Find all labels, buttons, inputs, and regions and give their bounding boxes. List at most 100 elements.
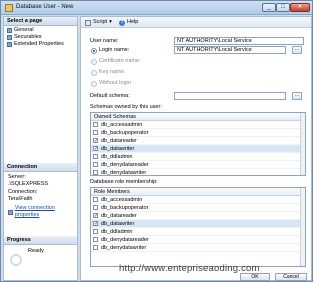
schemas-owned-label: Schemas owned by this user:	[90, 104, 162, 110]
role-members-list[interactable]: Role Members db_accessadmin db_backupoper…	[90, 187, 306, 267]
page-item-securables[interactable]: Securables	[7, 34, 42, 41]
script-icon	[85, 19, 91, 26]
cancel-button[interactable]: Cancel	[275, 273, 307, 281]
role-row[interactable]: db_denydatawriter	[91, 244, 305, 252]
role-checkbox[interactable]	[93, 205, 98, 210]
schema-row[interactable]: ✓ db_datareader	[91, 137, 305, 145]
select-page-header: Select a page	[4, 17, 77, 26]
schema-row[interactable]: db_ddladmin	[91, 153, 305, 161]
watermark-text: http://www.entepriseaoding.com	[119, 263, 260, 274]
key-name-radio[interactable]	[91, 70, 97, 76]
view-connection-properties[interactable]: View connection properties	[8, 205, 77, 219]
schema-name: db_backupoperator	[101, 129, 149, 136]
role-name: db_datareader	[101, 212, 137, 219]
role-membership-label: Database role membership:	[90, 179, 158, 185]
schema-checkbox[interactable]	[93, 162, 98, 167]
role-checkbox[interactable]: ✓	[93, 213, 98, 219]
certificate-radio[interactable]	[91, 59, 97, 65]
schema-name: db_datareader	[101, 137, 137, 144]
close-button[interactable]: ✕	[290, 3, 310, 12]
title-bar[interactable]: Database User - New _ □ ✕	[1, 1, 312, 15]
chevron-down-icon[interactable]: ▾	[109, 19, 112, 26]
page-item-label: Extended Properties	[14, 41, 64, 47]
schema-checkbox[interactable]: ✓	[93, 146, 98, 152]
login-name-label: Login name:	[99, 47, 130, 53]
without-login-radio[interactable]	[91, 81, 97, 87]
schema-name: db_datawriter	[101, 145, 135, 152]
progress-spinner-icon	[10, 254, 22, 266]
role-row[interactable]: db_ddladmin	[91, 228, 305, 236]
role-name: db_accessadmin	[101, 196, 143, 203]
connection-label: Connection:	[8, 189, 38, 195]
main-pane: Script ▾ ? Help User name: NT AUTHORITY\Lo…	[80, 16, 312, 281]
role-row[interactable]: ✓ db_datawriter	[91, 220, 305, 228]
page-item-label: Securables	[14, 34, 42, 40]
owned-schemas-scrollbar[interactable]	[300, 113, 305, 175]
left-pane: Select a page General Securables Extende…	[3, 16, 78, 281]
progress-status: Ready	[28, 248, 44, 254]
role-row[interactable]: db_denydatareader	[91, 236, 305, 244]
connection-value: Tera\Faith	[8, 196, 33, 202]
schema-checkbox[interactable]	[93, 170, 98, 175]
role-members-column-header[interactable]: Role Members	[91, 188, 305, 196]
role-checkbox[interactable]	[93, 229, 98, 234]
maximize-button[interactable]: □	[276, 3, 290, 12]
owned-schemas-list[interactable]: Owned Schemas db_accessadmin db_backupope…	[90, 112, 306, 176]
login-browse-button[interactable]: ...	[292, 46, 302, 54]
schema-checkbox[interactable]: ✓	[93, 138, 98, 144]
page-item-extended-properties[interactable]: Extended Properties	[7, 41, 64, 48]
properties-icon	[8, 209, 13, 215]
role-row[interactable]: ✓ db_datareader	[91, 212, 305, 220]
default-schema-label: Default schema:	[90, 93, 130, 99]
schema-name: db_denydatareader	[101, 161, 149, 168]
owned-schemas-rows: db_accessadmin db_backupoperator ✓ db_datar…	[91, 121, 305, 176]
schema-checkbox[interactable]	[93, 154, 98, 159]
user-name-label: User name:	[90, 38, 119, 44]
schema-row[interactable]: db_backupoperator	[91, 129, 305, 137]
script-button[interactable]: Script ▾	[85, 19, 112, 26]
minimize-button[interactable]: _	[262, 3, 276, 12]
progress-header: Progress	[4, 236, 77, 245]
login-name-radio[interactable]	[91, 48, 97, 54]
role-name: db_denydatawriter	[101, 244, 147, 251]
dialog-window: Database User - New _ □ ✕ Select a page …	[0, 0, 313, 282]
schema-row[interactable]: db_denydatareader	[91, 161, 305, 169]
schema-browse-button[interactable]: ...	[292, 92, 302, 100]
help-icon: ?	[119, 19, 125, 26]
page-item-general[interactable]: General	[7, 27, 34, 34]
page-item-label: General	[14, 27, 34, 33]
view-connection-properties-link[interactable]: View connection properties	[15, 205, 77, 219]
schema-name: db_accessadmin	[101, 121, 143, 128]
login-name-input[interactable]: NT AUTHORITY\Local Service	[174, 46, 286, 54]
role-checkbox[interactable]: ✓	[93, 221, 98, 227]
ok-button[interactable]: OK	[240, 273, 270, 281]
dialog-footer: OK Cancel	[80, 273, 312, 281]
schema-name: db_denydatawriter	[101, 169, 147, 176]
role-members-rows: db_accessadmin db_backupoperator ✓ db_datar…	[91, 196, 305, 252]
owned-schemas-column-header[interactable]: Owned Schemas	[91, 113, 305, 121]
window-title: Database User - New	[16, 4, 74, 10]
schema-checkbox[interactable]	[93, 122, 98, 127]
toolbar: Script ▾ ? Help	[81, 17, 311, 28]
role-name: db_datawriter	[101, 220, 135, 227]
default-schema-input[interactable]	[174, 92, 286, 100]
role-row[interactable]: db_backupoperator	[91, 204, 305, 212]
role-checkbox[interactable]	[93, 245, 98, 250]
database-user-icon	[5, 4, 13, 12]
role-checkbox[interactable]	[93, 197, 98, 202]
connection-header: Connection	[4, 163, 77, 172]
schema-row[interactable]: ✓ db_datawriter	[91, 145, 305, 153]
role-row[interactable]: db_accessadmin	[91, 196, 305, 204]
schema-checkbox[interactable]	[93, 130, 98, 135]
key-name-label: Key name:	[99, 69, 126, 75]
role-checkbox[interactable]	[93, 237, 98, 242]
script-label: Script	[93, 19, 108, 25]
certificate-name-label: Certificate name:	[99, 58, 141, 64]
help-button[interactable]: ? Help	[119, 19, 138, 26]
role-members-scrollbar[interactable]	[300, 188, 305, 266]
schema-row[interactable]: db_denydatawriter	[91, 169, 305, 176]
user-name-input[interactable]: NT AUTHORITY\Local Service	[174, 37, 304, 45]
schema-row[interactable]: db_accessadmin	[91, 121, 305, 129]
page-icon	[7, 28, 12, 33]
page-icon	[7, 42, 12, 47]
